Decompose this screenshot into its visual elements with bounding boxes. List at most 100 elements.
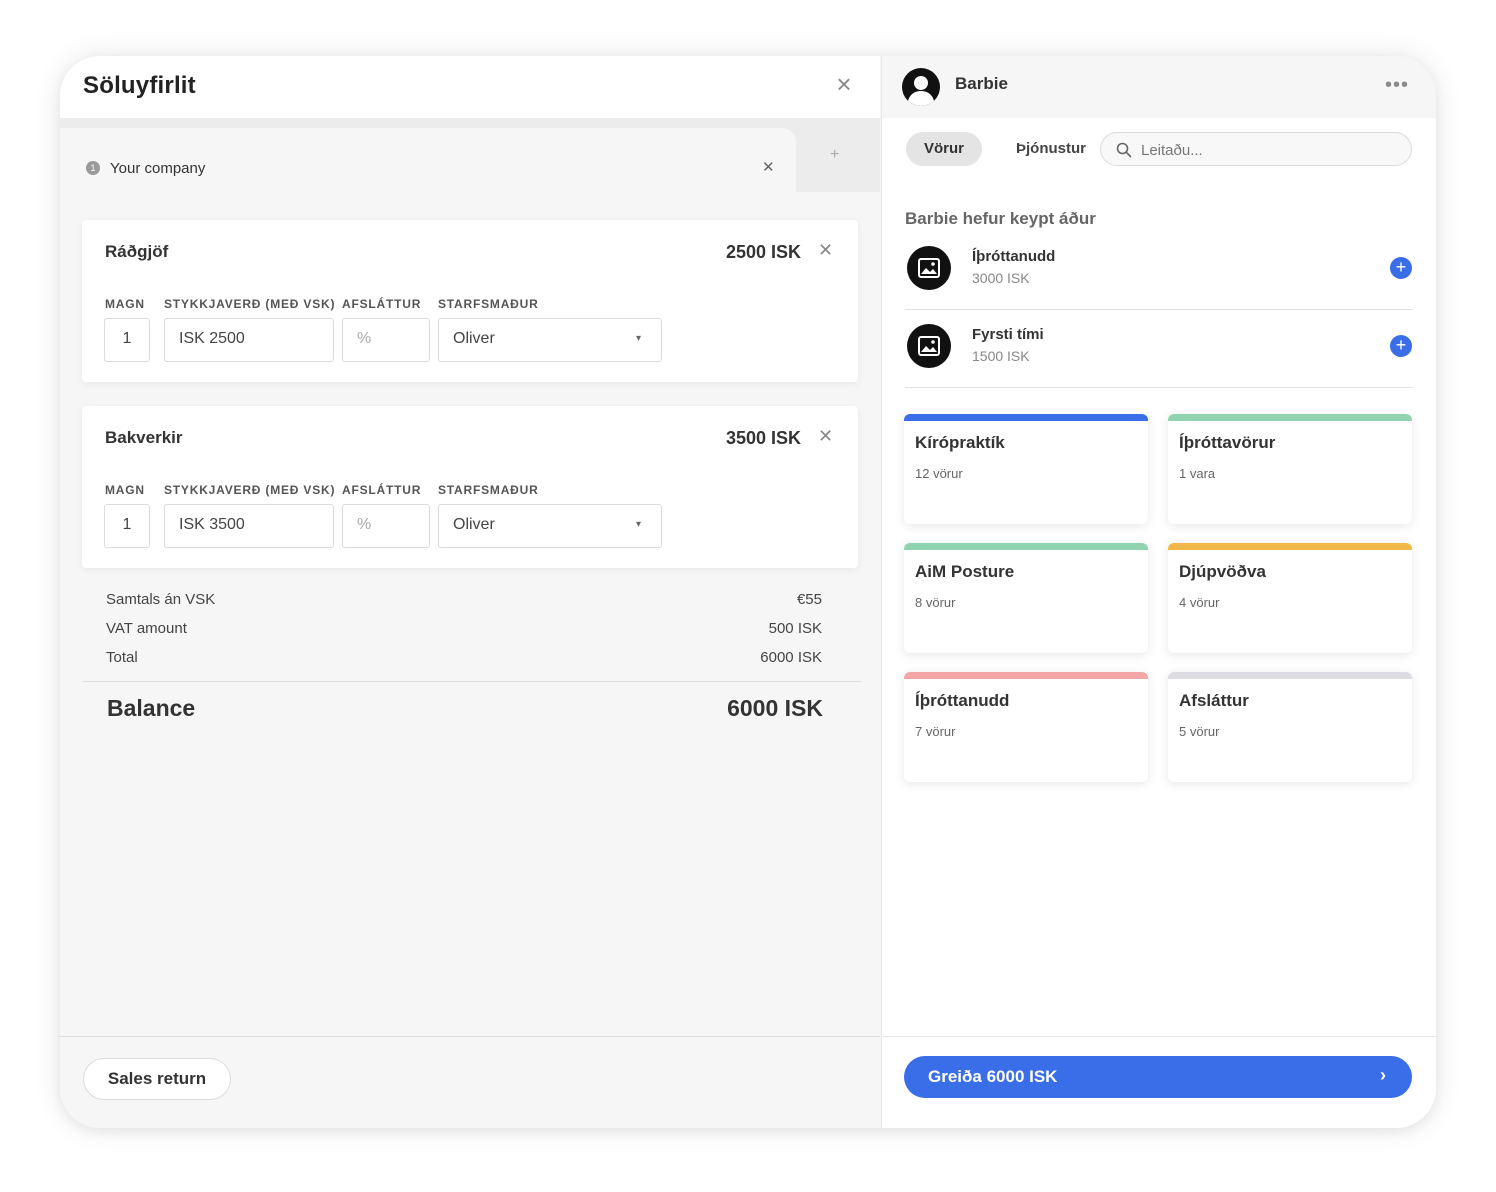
balance-label: Balance <box>107 695 196 721</box>
customer-panel: Barbie ••• Vörur Þjónustur Barbie hefur … <box>881 56 1436 1128</box>
product-thumbnail <box>907 324 951 368</box>
sale-footer: Sales return <box>60 1036 880 1128</box>
employee-select[interactable]: Oliver ▾ <box>438 318 662 362</box>
category-card[interactable]: Kírópraktík 12 vörur <box>904 414 1148 524</box>
employee-label: STARFSMAÐUR <box>438 483 539 497</box>
totals-value: €55 <box>796 591 822 608</box>
quantity-field[interactable]: 1 <box>104 504 150 548</box>
discount-field[interactable]: % <box>342 318 430 362</box>
category-card[interactable]: AiM Posture 8 vörur <box>904 543 1148 653</box>
qty-label: MAGN <box>105 297 145 311</box>
sales-return-button[interactable]: Sales return <box>83 1058 231 1100</box>
balance-row: Balance 6000 ISK <box>107 695 823 722</box>
chevron-down-icon: ▾ <box>635 333 641 344</box>
totals-row: Samtals án VSK €55 <box>106 591 822 611</box>
remove-item-icon[interactable]: ✕ <box>818 240 833 261</box>
category-name: AiM Posture <box>915 562 1015 581</box>
category-card[interactable]: Íþróttanudd 7 vörur <box>904 672 1148 782</box>
item-total: 3500 ISK <box>725 428 801 448</box>
avatar[interactable] <box>902 68 940 106</box>
page-title: Söluyfirlit <box>83 72 196 99</box>
category-count: 7 vörur <box>915 724 956 739</box>
category-card[interactable]: Djúpvöðva 4 vörur <box>1168 543 1412 653</box>
employee-value: Oliver <box>453 516 495 533</box>
discount-label: AFSLÁTTUR <box>342 297 422 311</box>
unit-price-field[interactable]: ISK 3500 <box>164 504 334 548</box>
add-tab-icon[interactable]: + <box>830 146 839 164</box>
category-name: Djúpvöðva <box>1179 562 1266 581</box>
category-color-bar <box>904 414 1148 421</box>
pay-button-label: Greiða 6000 ISK <box>928 1067 1058 1086</box>
product-price: 3000 ISK <box>972 270 1030 286</box>
tab-label: Your company <box>110 160 206 177</box>
tab-vorur[interactable]: Vörur <box>906 132 982 166</box>
balance-value: 6000 ISK <box>727 695 823 721</box>
sale-tabs: 1 Your company ✕ + <box>60 118 880 192</box>
category-card[interactable]: Íþróttavörur 1 vara <box>1168 414 1412 524</box>
product-thumbnail <box>907 246 951 290</box>
totals-row: VAT amount 500 ISK <box>106 620 822 640</box>
totals-label: Samtals án VSK <box>106 591 216 608</box>
search-field[interactable] <box>1100 132 1412 166</box>
list-item: Íþróttanudd 3000 ISK + <box>905 232 1413 310</box>
product-name: Fyrsti tími <box>972 326 1044 343</box>
search-icon <box>1116 142 1132 158</box>
category-name: Afsláttur <box>1179 691 1249 710</box>
unit-price-field[interactable]: ISK 2500 <box>164 318 334 362</box>
add-product-icon[interactable]: + <box>1390 335 1412 357</box>
discount-label: AFSLÁTTUR <box>342 483 422 497</box>
chevron-right-icon: › <box>1380 1065 1386 1085</box>
customer-footer: Greiða 6000 ISK › <box>882 1036 1436 1128</box>
category-count: 8 vörur <box>915 595 956 610</box>
employee-value: Oliver <box>453 330 495 347</box>
category-name: Kírópraktík <box>915 433 1005 452</box>
line-item-card: Bakverkir 3500 ISK ✕ MAGN STYKKJAVERÐ (M… <box>82 406 858 568</box>
sale-panel: Söluyfirlit × 1 Your company ✕ + Ráðgjöf… <box>60 56 880 1128</box>
category-card[interactable]: Afsláttur 5 vörur <box>1168 672 1412 782</box>
totals-divider <box>82 681 862 682</box>
list-item: Fyrsti tími 1500 ISK + <box>905 310 1413 388</box>
tab-number-badge: 1 <box>86 161 100 175</box>
category-count: 4 vörur <box>1179 595 1220 610</box>
tab-your-company[interactable]: 1 Your company ✕ <box>60 128 796 192</box>
category-color-bar <box>1168 543 1412 550</box>
user-silhouette-icon <box>907 76 935 106</box>
image-icon <box>918 258 940 278</box>
category-color-bar <box>1168 414 1412 421</box>
category-name: Íþróttanudd <box>915 691 1010 710</box>
tab-close-icon[interactable]: ✕ <box>762 158 775 176</box>
sale-header: Söluyfirlit × <box>60 56 880 118</box>
search-input[interactable] <box>1141 139 1401 161</box>
remove-item-icon[interactable]: ✕ <box>818 426 833 447</box>
item-name: Ráðgjöf <box>105 242 169 261</box>
pay-button[interactable]: Greiða 6000 ISK › <box>904 1056 1412 1098</box>
quantity-field[interactable]: 1 <box>104 318 150 362</box>
more-options-icon[interactable]: ••• <box>1385 74 1409 97</box>
item-total: 2500 ISK <box>725 242 801 262</box>
tab-thjonustur[interactable]: Þjónustur <box>1016 140 1086 157</box>
totals-label: Total <box>106 649 138 666</box>
totals-value: 500 ISK <box>768 620 822 637</box>
category-color-bar <box>1168 672 1412 679</box>
product-name: Íþróttanudd <box>972 248 1056 265</box>
category-color-bar <box>904 543 1148 550</box>
qty-label: MAGN <box>105 483 145 497</box>
employee-label: STARFSMAÐUR <box>438 297 539 311</box>
customer-name: Barbie <box>955 74 1008 93</box>
add-product-icon[interactable]: + <box>1390 257 1412 279</box>
previous-purchases-title: Barbie hefur keypt áður <box>905 209 1096 228</box>
category-count: 12 vörur <box>915 466 963 481</box>
customer-header: Barbie ••• <box>882 56 1436 118</box>
employee-select[interactable]: Oliver ▾ <box>438 504 662 548</box>
category-name: Íþróttavörur <box>1179 433 1276 452</box>
chevron-down-icon: ▾ <box>635 519 641 530</box>
price-label: STYKKJAVERÐ (MEÐ VSK) <box>164 297 336 311</box>
category-count: 1 vara <box>1179 466 1216 481</box>
discount-field[interactable]: % <box>342 504 430 548</box>
totals-label: VAT amount <box>106 620 187 637</box>
close-icon[interactable]: × <box>832 71 856 97</box>
product-price: 1500 ISK <box>972 348 1030 364</box>
totals-value: 6000 ISK <box>760 649 822 666</box>
item-name: Bakverkir <box>105 428 183 447</box>
category-count: 5 vörur <box>1179 724 1220 739</box>
